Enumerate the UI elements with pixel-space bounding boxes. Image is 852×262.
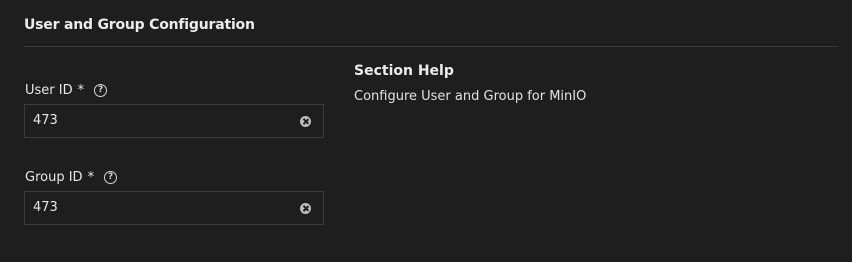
clear-icon[interactable] bbox=[300, 116, 311, 127]
user-id-label: User ID * ? bbox=[25, 83, 108, 98]
help-icon[interactable]: ? bbox=[94, 84, 108, 97]
section-title: User and Group Configuration bbox=[24, 17, 255, 33]
group-id-field[interactable] bbox=[24, 191, 324, 225]
section-divider bbox=[24, 46, 838, 47]
section-help-title: Section Help bbox=[354, 63, 454, 79]
required-marker: * bbox=[87, 170, 95, 185]
user-id-label-text: User ID bbox=[25, 83, 73, 98]
help-icon[interactable]: ? bbox=[104, 171, 118, 184]
group-id-input[interactable] bbox=[33, 192, 293, 222]
section-help-text: Configure User and Group for MinIO bbox=[354, 89, 587, 104]
user-group-config-panel: User and Group Configuration User ID * ?… bbox=[0, 0, 852, 262]
clear-icon[interactable] bbox=[300, 203, 311, 214]
user-id-input[interactable] bbox=[33, 105, 293, 135]
group-id-label-text: Group ID bbox=[25, 170, 83, 185]
user-id-field[interactable] bbox=[24, 104, 324, 138]
group-id-label: Group ID * ? bbox=[25, 170, 118, 185]
required-marker: * bbox=[77, 83, 85, 98]
